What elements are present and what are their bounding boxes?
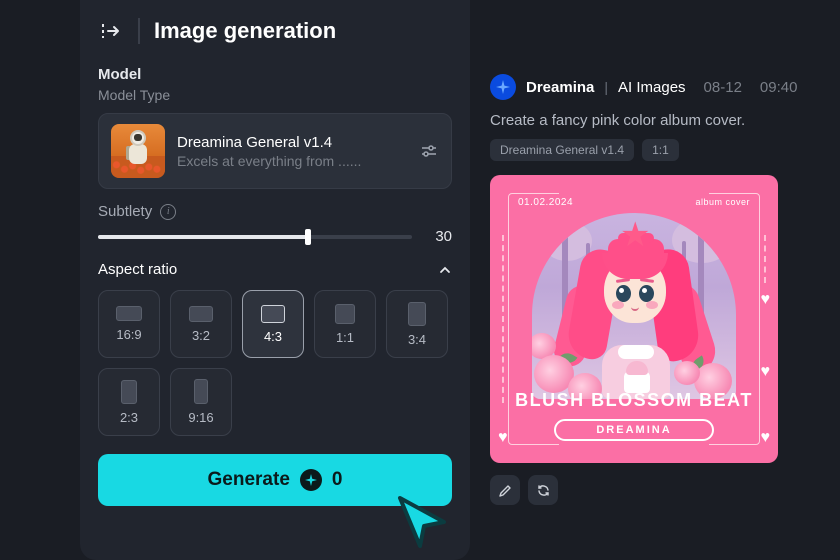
aspect-option-3-4[interactable]: 3:4	[386, 290, 448, 358]
aspect-shape	[121, 380, 137, 404]
result-header: Dreamina | AI Images 08-12 09:40	[490, 74, 830, 100]
panel-header: Image generation	[98, 18, 452, 44]
result-time: 09:40	[760, 79, 798, 96]
album-artist: DREAMINA	[596, 424, 671, 436]
model-description: Excels at everything from ......	[177, 153, 407, 169]
divider	[138, 18, 140, 44]
source-section: AI Images	[618, 79, 686, 96]
generate-label: Generate	[208, 469, 290, 491]
aspect-shape	[116, 306, 142, 321]
aspect-shape	[194, 379, 208, 404]
aspect-shape	[261, 305, 285, 323]
album-artist-pill: DREAMINA	[554, 419, 714, 441]
generation-panel: Image generation Model Model Type Dreami…	[80, 0, 470, 560]
result-actions	[490, 475, 830, 505]
aspect-ratio-header[interactable]: Aspect ratio	[98, 261, 452, 278]
subtlety-slider[interactable]	[98, 235, 412, 239]
aspect-label: 4:3	[264, 329, 282, 344]
album-date: 01.02.2024	[518, 197, 573, 208]
aspect-label: 2:3	[120, 410, 138, 425]
heart-icon: ♥	[761, 363, 771, 381]
aspect-shape	[335, 304, 355, 324]
aspect-label: 3:2	[192, 328, 210, 343]
result-chips: Dreamina General v1.4 1:1	[490, 139, 830, 161]
subtlety-row: Subtlety i	[98, 203, 452, 220]
prompt-text: Create a fancy pink color album cover.	[490, 112, 830, 129]
aspect-shape	[408, 302, 426, 326]
heart-icon: ♥	[761, 429, 771, 447]
sliders-icon[interactable]	[419, 141, 439, 161]
source-avatar	[490, 74, 516, 100]
source-name: Dreamina	[526, 79, 594, 96]
heart-icon: ♥	[761, 291, 771, 309]
subtlety-label: Subtlety	[98, 203, 152, 220]
generate-cost: 0	[332, 469, 343, 491]
generated-image[interactable]: 01.02.2024 album cover ♥ ♥ ♥ ♥ ★ BLUSH B	[490, 175, 778, 463]
refresh-icon	[536, 483, 551, 498]
aspect-option-9-16[interactable]: 9:16	[170, 368, 232, 436]
aspect-ratio-grid: 16:9 3:2 4:3 1:1 3:4 2:3 9:16	[98, 290, 452, 436]
generate-button[interactable]: Generate 0	[98, 454, 452, 506]
aspect-option-3-2[interactable]: 3:2	[170, 290, 232, 358]
aspect-option-16-9[interactable]: 16:9	[98, 290, 160, 358]
model-thumbnail	[111, 124, 165, 178]
aspect-label: 1:1	[336, 330, 354, 345]
chip: Dreamina General v1.4	[490, 139, 634, 161]
album-tag: album cover	[695, 197, 750, 207]
result-date: 08-12	[704, 79, 742, 96]
aspect-option-4-3[interactable]: 4:3	[242, 290, 304, 358]
aspect-option-1-1[interactable]: 1:1	[314, 290, 376, 358]
results-panel: Dreamina | AI Images 08-12 09:40 Create …	[490, 74, 830, 505]
chevron-up-icon	[438, 263, 452, 277]
model-selector[interactable]: Dreamina General v1.4 Excels at everythi…	[98, 113, 452, 189]
subtlety-value: 30	[428, 228, 452, 245]
heart-icon: ♥	[498, 429, 508, 447]
aspect-label: 9:16	[188, 410, 213, 425]
model-name: Dreamina General v1.4	[177, 134, 407, 151]
aspect-option-2-3[interactable]: 2:3	[98, 368, 160, 436]
credits-icon	[300, 469, 322, 491]
aspect-shape	[189, 306, 213, 322]
album-title: BLUSH BLOSSOM BEAT	[490, 390, 778, 411]
aspect-ratio-title: Aspect ratio	[98, 261, 177, 278]
regenerate-button[interactable]	[528, 475, 558, 505]
aspect-label: 16:9	[116, 327, 141, 342]
info-icon[interactable]: i	[160, 204, 176, 220]
pencil-icon	[498, 483, 513, 498]
edit-button[interactable]	[490, 475, 520, 505]
model-type-label: Model Type	[98, 87, 452, 103]
page-title: Image generation	[154, 18, 336, 44]
aspect-label: 3:4	[408, 332, 426, 347]
collapse-icon[interactable]	[98, 18, 124, 44]
chip: 1:1	[642, 139, 679, 161]
model-section-label: Model	[98, 66, 452, 83]
